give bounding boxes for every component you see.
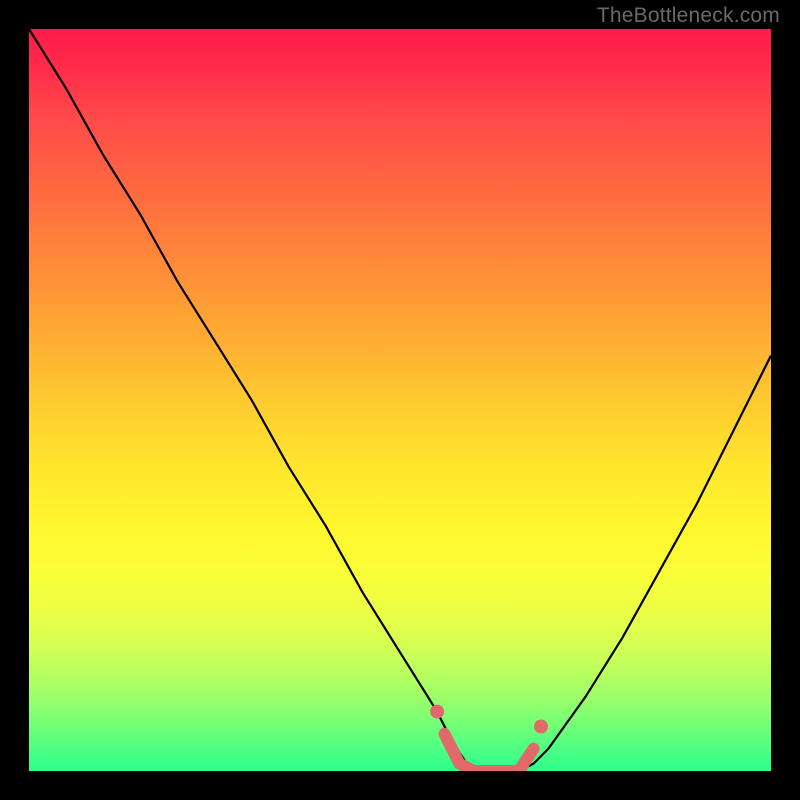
chart-gradient-background — [29, 29, 771, 771]
watermark-text: TheBottleneck.com — [597, 4, 780, 28]
